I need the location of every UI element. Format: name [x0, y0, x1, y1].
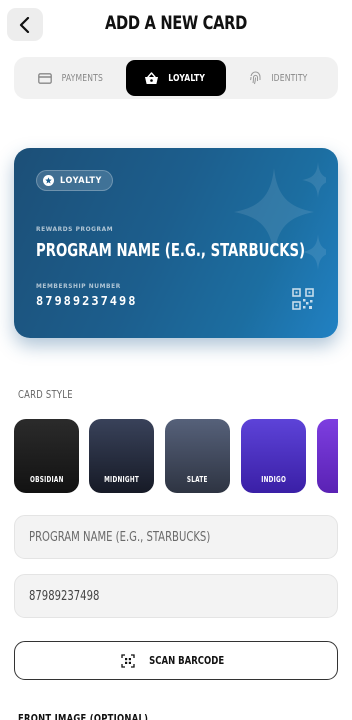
membership-number-input[interactable]: 87989237498 [14, 574, 338, 618]
tab-identity[interactable]: IDENTITY [230, 60, 330, 96]
card-style-label: CARD STYLE [18, 388, 73, 401]
page-title: ADD A NEW CARD [105, 12, 247, 34]
membership-number-value: 87989237498 [29, 588, 100, 604]
style-option-midnight[interactable]: MIDNIGHT [89, 419, 154, 493]
tab-payments-label: PAYMENTS [61, 72, 103, 84]
style-option-indigo[interactable]: INDIGO [241, 419, 306, 493]
tab-loyalty-label: LOYALTY [168, 72, 205, 84]
style-option-label: INDIGO [261, 475, 286, 484]
tab-identity-label: IDENTITY [271, 72, 308, 84]
tab-loyalty[interactable]: LOYALTY [126, 60, 226, 96]
style-option-label: OBSIDIAN [29, 475, 64, 484]
scan-barcode-label: SCAN BARCODE [149, 654, 225, 667]
style-option-label: SLATE [187, 475, 208, 484]
barcode-scan-icon [121, 653, 136, 668]
program-name-input[interactable]: PROGRAM NAME (E.G., STARBUCKS) [14, 515, 338, 559]
card-badge-label: LOYALTY [60, 175, 102, 186]
header: ADD A NEW CARD [0, 0, 352, 48]
star-icon [43, 175, 54, 186]
number-caption: MEMBERSHIP NUMBER [36, 282, 121, 290]
style-option-slate[interactable]: SLATE [165, 419, 230, 493]
tab-payments[interactable]: PAYMENTS [22, 60, 122, 96]
card-style-options: OBSIDIAN MIDNIGHT SLATE INDIGO [14, 419, 338, 493]
card-program-name: PROGRAM NAME (E.G., STARBUCKS) [36, 240, 306, 261]
program-caption: REWARDS PROGRAM [36, 225, 114, 233]
style-option-purple[interactable] [317, 419, 338, 493]
style-option-label: MIDNIGHT [103, 475, 139, 484]
card-preview: LOYALTY REWARDS PROGRAM PROGRAM NAME (E.… [14, 148, 338, 338]
card-membership-number: 87989237498 [36, 294, 138, 308]
front-image-label: FRONT IMAGE (OPTIONAL) [18, 712, 149, 720]
style-option-obsidian[interactable]: OBSIDIAN [14, 419, 79, 493]
shopping-basket-icon [144, 71, 158, 84]
fingerprint-icon [250, 71, 261, 85]
card-type-badge: LOYALTY [36, 170, 113, 191]
qr-code-icon [292, 288, 314, 310]
card-type-tabs: PAYMENTS LOYALTY IDENTITY [14, 57, 338, 99]
credit-card-icon [37, 72, 52, 84]
scan-barcode-button[interactable]: SCAN BARCODE [14, 641, 338, 680]
program-name-placeholder: PROGRAM NAME (E.G., STARBUCKS) [29, 529, 211, 545]
